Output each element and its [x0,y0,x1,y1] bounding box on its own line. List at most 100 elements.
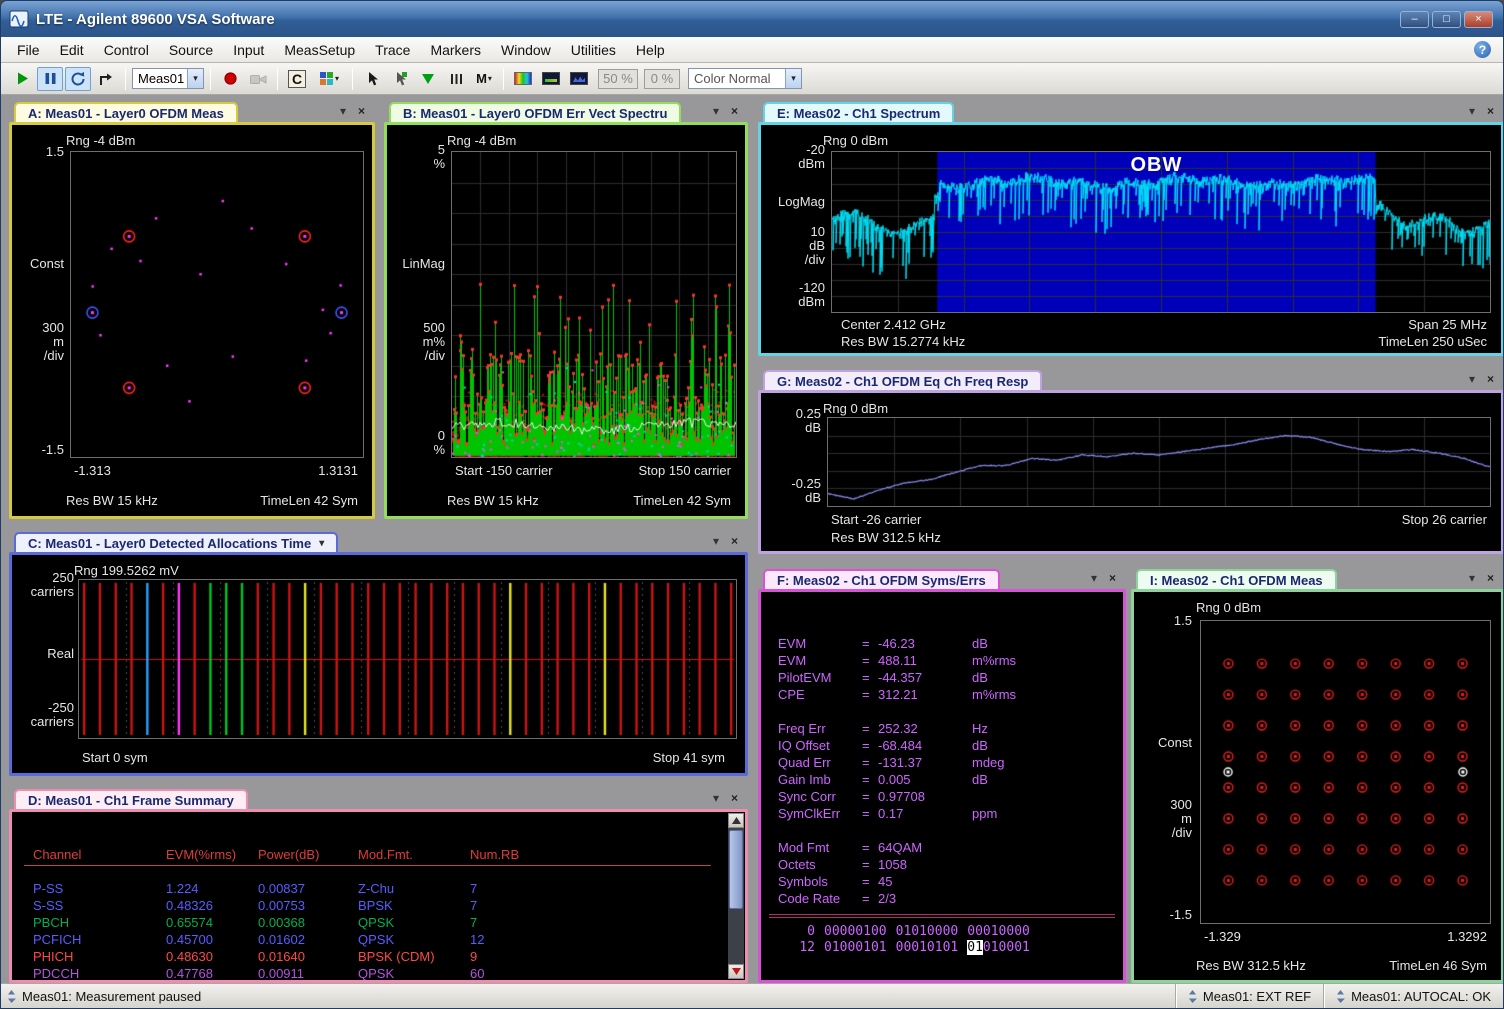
y-axis-min: 0% [387,429,445,457]
panel-g-close-icon[interactable]: × [1487,372,1494,386]
panel-b-close-icon[interactable]: × [731,104,738,118]
frame-summary-scrollbar[interactable] [728,813,744,979]
layout-grid-icon [319,71,334,86]
panel-e-tab[interactable]: E: Meas02 - Ch1 Spectrum [763,102,954,122]
marker-m-button[interactable]: M▾ [471,67,497,91]
panel-c-dropdown-icon[interactable]: ▾ [319,538,324,549]
restart-button[interactable] [65,67,91,91]
scrollbar-thumb[interactable] [729,830,743,909]
y-axis-scale: 500m%/div [387,321,445,363]
panel-c-tab[interactable]: C: Meas01 - Layer0 Detected Allocations … [14,532,338,552]
panel-f-minimize-icon[interactable]: ▾ [1091,571,1097,585]
span-label: Span 25 MHz [1408,317,1487,332]
panel-d-close-icon[interactable]: × [731,791,738,805]
menu-source[interactable]: Source [159,38,223,62]
spinner-icon[interactable] [1188,989,1197,1004]
layout-button[interactable]: ▾ [312,67,346,91]
single-acquisition-button[interactable] [93,67,119,91]
percent-field-2: 0 % [644,69,680,89]
constellation-plot-64qam[interactable] [1200,620,1491,924]
menu-edit[interactable]: Edit [50,38,94,62]
panel-d-tab[interactable]: D: Meas01 - Ch1 Frame Summary [14,789,248,809]
band-power-button[interactable] [443,67,469,91]
minimize-button[interactable]: – [1400,11,1429,28]
vsa-window: LTE - Agilent 89600 VSA Software – □ × F… [0,0,1504,1009]
panel-e: E: Meas02 - Ch1 Spectrum ▾× Rng 0 dBm -2… [758,98,1504,356]
menu-control[interactable]: Control [94,38,159,62]
measurement-select[interactable]: Meas01 ▾ [132,68,204,89]
menu-markers[interactable]: Markers [420,38,491,62]
toolbar-separator [125,68,126,90]
panel-d-minimize-icon[interactable]: ▾ [713,791,719,805]
status-autocal: Meas01: AUTOCAL: OK [1323,984,1503,1008]
panel-g-minimize-icon[interactable]: ▾ [1469,372,1475,386]
freq-response-plot[interactable] [827,417,1491,507]
spectrum-plot[interactable]: OBW [831,151,1491,313]
close-button[interactable]: × [1464,11,1493,28]
pointer-tool-button[interactable] [359,67,385,91]
camcorder-icon [250,72,267,86]
menu-window[interactable]: Window [491,38,561,62]
spinner-icon[interactable] [7,989,16,1004]
range-label: Rng 0 dBm [823,133,888,148]
chevron-down-icon[interactable]: ▾ [187,69,203,88]
spinner-icon[interactable] [1336,989,1345,1004]
panel-f-close-icon[interactable]: × [1109,571,1116,585]
chevron-down-icon[interactable]: ▾ [785,69,801,88]
x-axis-min: Start 0 sym [82,750,148,765]
color-scheme-select[interactable]: Color Normal ▾ [688,68,802,89]
maximize-button[interactable]: □ [1432,11,1461,28]
panel-e-title: E: Meas02 - Ch1 Spectrum [777,106,940,121]
panel-b-minimize-icon[interactable]: ▾ [713,104,719,118]
record-button[interactable] [217,67,243,91]
display-b-button[interactable] [566,67,592,91]
allocations-plot[interactable] [78,579,737,739]
menu-utilities[interactable]: Utilities [561,38,626,62]
table-row-pdcch[interactable]: PDCCH0.477680.00911QPSK60 [12,965,745,982]
table-row-p-ss[interactable]: P-SS1.2240.00837Z-Chu7 [12,880,745,897]
marker-pick-button[interactable] [387,67,413,91]
menu-trace[interactable]: Trace [365,38,420,62]
scroll-down-button[interactable] [728,964,744,979]
y-axis-label: LinMag [387,257,445,271]
spectrogram-button[interactable] [510,67,536,91]
metric-iq-offset: IQ Offset=-68.484dB [761,737,1123,754]
menu-help[interactable]: Help [626,38,675,62]
panel-e-minimize-icon[interactable]: ▾ [1469,104,1475,118]
display-a-button[interactable] [538,67,564,91]
table-row-phich[interactable]: PHICH0.486300.01640BPSK (CDM)9 [12,948,745,965]
menu-meassetup[interactable]: MeasSetup [274,38,365,62]
titlebar[interactable]: LTE - Agilent 89600 VSA Software – □ × [1,1,1503,37]
menu-file[interactable]: File [7,38,50,62]
play-button[interactable] [9,67,35,91]
error-vector-spectrum-plot[interactable] [451,151,737,458]
window-title: LTE - Agilent 89600 VSA Software [36,11,275,28]
panel-e-close-icon[interactable]: × [1487,104,1494,118]
scrollbar-track[interactable] [728,828,744,964]
help-icon[interactable]: ? [1474,41,1491,58]
marker-triangle-button[interactable] [415,67,441,91]
pause-button[interactable] [37,67,63,91]
timelen-label: TimeLen 46 Sym [1389,958,1487,973]
table-row-pcfich[interactable]: PCFICH0.457000.01602QPSK12 [12,931,745,948]
panel-a-close-icon[interactable]: × [358,104,365,118]
panel-a-minimize-icon[interactable]: ▾ [340,104,346,118]
panel-i-minimize-icon[interactable]: ▾ [1469,571,1475,585]
panel-c-close-icon[interactable]: × [731,534,738,548]
menu-input[interactable]: Input [223,38,274,62]
single-arrow-icon [98,71,114,87]
table-row-s-ss[interactable]: S-SS0.483260.00753BPSK7 [12,897,745,914]
panel-b-tab[interactable]: B: Meas01 - Layer0 OFDM Err Vect Spectru [389,102,681,122]
panel-g-tab[interactable]: G: Meas02 - Ch1 OFDM Eq Ch Freq Resp [763,370,1042,390]
panel-i-tab[interactable]: I: Meas02 - Ch1 OFDM Meas [1136,569,1337,589]
scroll-up-button[interactable] [728,813,744,828]
statusbar: Meas01: Measurement paused Meas01: EXT R… [1,983,1503,1008]
panel-i-close-icon[interactable]: × [1487,571,1494,585]
panel-c-minimize-icon[interactable]: ▾ [713,534,719,548]
table-row-pbch[interactable]: PBCH0.655740.00368QPSK7 [12,914,745,931]
panel-b-body: Rng -4 dBm 5% LinMag 500m%/div 0% Start … [384,122,748,519]
constellation-plot[interactable] [70,151,364,458]
panel-f-tab[interactable]: F: Meas02 - Ch1 OFDM Syms/Errs [763,569,1000,589]
correction-button[interactable]: C [284,67,310,91]
panel-a-tab[interactable]: A: Meas01 - Layer0 OFDM Meas [14,102,238,122]
